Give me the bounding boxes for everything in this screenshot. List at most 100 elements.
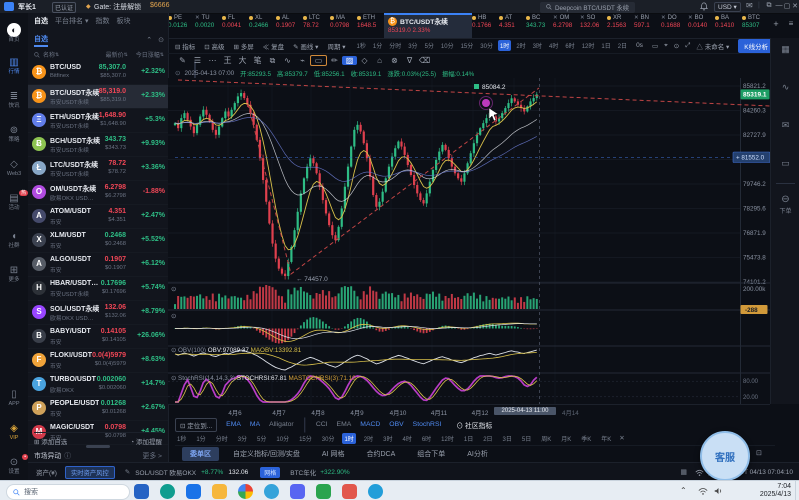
period-dropdown[interactable]: 周期 ▾	[327, 41, 345, 51]
tray-volume-icon[interactable]	[714, 487, 723, 495]
rect-tool-icon[interactable]: ▭	[310, 55, 327, 66]
indicator-tab-EMA[interactable]: EMA	[337, 421, 352, 428]
kline-chart[interactable]: 85821.284260.382727.981223.479746.278295…	[168, 78, 770, 404]
volume-panel-collapse-icon[interactable]: ⊙	[171, 285, 176, 293]
wave-tool-icon[interactable]: ∿	[280, 56, 295, 65]
ticker-item[interactable]: ✕TU0.0020	[195, 13, 222, 38]
taskbar-clock[interactable]: 7:04 2025/4/13	[760, 483, 791, 499]
panel-drag-handle[interactable]	[86, 445, 110, 448]
bottom-tab-合约DCA[interactable]: 合约DCA	[366, 449, 395, 459]
ticker-item[interactable]: LTC78.72	[303, 13, 330, 38]
place-order-icon[interactable]: ⊖	[771, 194, 799, 205]
ray-tool-icon[interactable]: ⌁	[295, 56, 310, 65]
period-3时[interactable]: 3时	[531, 40, 544, 51]
period-bottom-15分[interactable]: 15分	[297, 433, 314, 444]
period-4时[interactable]: 4时	[547, 40, 560, 51]
sidebar-item-活动[interactable]: ▤活动热	[0, 193, 28, 212]
watchlist-row[interactable]: BBABY/USDT币安0.14105$0.14105+26.06%	[28, 325, 168, 349]
period-2日[interactable]: 2日	[616, 40, 629, 51]
ticker-item[interactable]: HB0.1766	[472, 13, 499, 38]
watchlist-row[interactable]: OOM/USDT永续欧易OKX USD…6.2798$6.2798-1.88%	[28, 181, 168, 205]
ticker-item[interactable]: ✕BO0.0140	[688, 13, 715, 38]
status-sol-pair[interactable]: SOL/USDT 欧易OKX	[135, 467, 196, 477]
watchlist-row[interactable]: AALGO/USDT币安0.1907$0.1907+6.12%	[28, 253, 168, 277]
taskbar-app-icon-10[interactable]	[368, 484, 383, 499]
taskbar-app-icon-7[interactable]	[290, 484, 305, 499]
info-icon[interactable]: ⓘ	[64, 450, 71, 460]
sidebar-item-策略[interactable]: ⊚策略	[0, 125, 28, 144]
indicator-tab-StochRSI[interactable]: StochRSI	[413, 421, 442, 428]
promo-amount[interactable]: $6666	[150, 2, 169, 9]
stochrsi-indicator-name[interactable]: StochRSI(14,14,3,3)	[178, 375, 235, 382]
period-bottom-月K[interactable]: 月K	[559, 433, 573, 444]
close-button[interactable]: ✕	[789, 2, 799, 10]
period-bottom-分时[interactable]: 分时	[214, 433, 230, 444]
taskbar-app-icon-8[interactable]	[316, 484, 331, 499]
ticker-item[interactable]: XR2.1563	[607, 13, 634, 38]
ticker-item[interactable]: ✕BN597.1	[634, 13, 661, 38]
taskbar-app-icon-5[interactable]	[238, 484, 253, 499]
period-bottom-1日[interactable]: 1日	[462, 433, 475, 444]
sidebar-item-更多[interactable]: ⊞更多	[0, 265, 28, 284]
more-tools-icon[interactable]: ⋯	[205, 56, 220, 65]
mail-icon[interactable]: ✉	[746, 1, 753, 10]
ticker-item[interactable]: AT4.351	[499, 13, 526, 38]
period-bottom-4时[interactable]: 4时	[400, 433, 413, 444]
indicator-tab-CCI[interactable]: CCI	[316, 421, 328, 428]
period-3分[interactable]: 3分	[406, 40, 419, 51]
period-15分[interactable]: 15分	[459, 40, 476, 51]
sidebar-item-设置[interactable]: ⊙设置•	[0, 457, 28, 476]
taskbar-app-icon-2[interactable]	[160, 484, 175, 499]
ticker-item[interactable]: FL0.0041	[222, 13, 249, 38]
brush-tool-icon[interactable]: 笔	[250, 55, 265, 66]
grid-layout-icon[interactable]: ▦	[680, 468, 687, 476]
period-6时[interactable]: 6时	[563, 40, 576, 51]
lines-tool-icon[interactable]: ☰	[190, 56, 205, 65]
watchlist-row[interactable]: AATOM/USDT币安4.351$4.351+2.47%	[28, 205, 168, 229]
toolbar-复盘-button[interactable]: ≪ 复盘	[263, 41, 284, 51]
watchlist-row[interactable]: ŁLTC/USDT永续币安USDT永续78.72$78.72+3.36%	[28, 157, 168, 181]
period-1时[interactable]: 1时	[498, 40, 511, 51]
place-order-label[interactable]: 下单	[771, 206, 799, 215]
watchlist-row[interactable]: ΞETH/USDT永续币安USDT永续1,648.90$1,648.90+5.3…	[28, 109, 168, 133]
layout-icon[interactable]: ▦	[771, 44, 799, 55]
period-30分[interactable]: 30分	[478, 40, 495, 51]
more-link[interactable]: 更多 >	[143, 450, 162, 460]
taskbar-app-icon-3[interactable]	[186, 484, 201, 499]
text-tool-wang-icon[interactable]: 王	[220, 55, 235, 66]
promo-text[interactable]: Gate: 注册解锁	[94, 2, 141, 12]
clear-tool-icon[interactable]: ⊗	[387, 56, 402, 65]
ticker-item[interactable]: MA0.0798	[330, 13, 357, 38]
fill-tool-icon[interactable]: ▨	[342, 56, 357, 65]
indicator-tab-MA[interactable]: MA	[250, 421, 260, 428]
ticker-item[interactable]: AL0.1907	[276, 13, 303, 38]
period-bottom-年K[interactable]: 年K	[599, 433, 613, 444]
column-price[interactable]: 最新价	[106, 50, 124, 59]
tray-expand-icon[interactable]: ⌃	[680, 486, 687, 495]
watch-tab-平台排名[interactable]: 平台排名 ▾	[55, 16, 88, 26]
period-1分[interactable]: 1分	[371, 40, 384, 51]
toolbar-指标-button[interactable]: ⊟ 指标	[175, 41, 195, 51]
period-12时[interactable]: 12时	[580, 40, 597, 51]
period-5分[interactable]: 5分	[423, 40, 436, 51]
stoch-panel-collapse-icon[interactable]: ⊙	[171, 375, 178, 382]
indicator-tab-OBV[interactable]: OBV	[389, 421, 403, 428]
show-desktop-button[interactable]	[795, 481, 799, 500]
indicator-tab-Alligator[interactable]: Alligator	[269, 421, 294, 428]
ticker-add-button[interactable]: +	[769, 13, 783, 38]
period-1日[interactable]: 1日	[599, 40, 612, 51]
watch-tab-自选[interactable]: 自选	[34, 16, 48, 26]
taskbar-app-icon-9[interactable]	[342, 484, 357, 499]
period-2时[interactable]: 2时	[514, 40, 527, 51]
obv-panel-collapse-icon[interactable]: ⊙	[171, 347, 178, 354]
period-1秒[interactable]: 1秒	[355, 40, 368, 51]
period-bottom-6时[interactable]: 6时	[420, 433, 433, 444]
indicator-tab-MACD[interactable]: MACD	[360, 421, 380, 428]
watch-tab-板块[interactable]: 板块	[116, 16, 130, 26]
watch-tab-指数[interactable]: 指数	[95, 16, 109, 26]
panel-layout-icon[interactable]: ⊡	[756, 449, 762, 457]
subtab-favorites[interactable]: 自选	[34, 34, 48, 47]
ticker-item[interactable]: ✕SO132.06	[580, 13, 607, 38]
global-search-input[interactable]: Deepcoin BTC/USDT 永续	[540, 2, 635, 13]
ticker-item[interactable]: BA0.1410	[715, 13, 742, 38]
